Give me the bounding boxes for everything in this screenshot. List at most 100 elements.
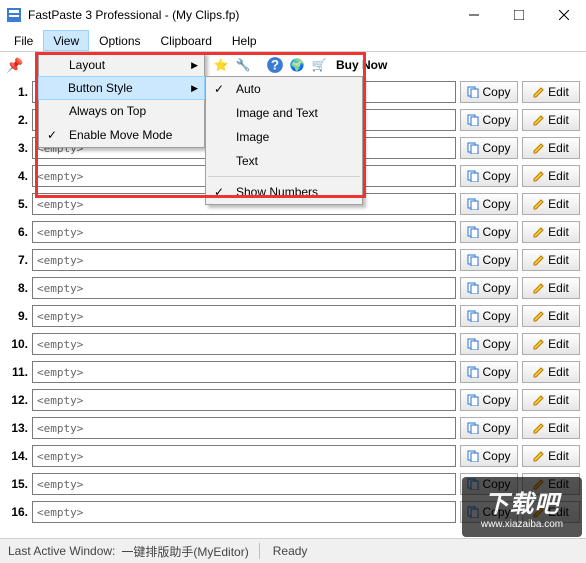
row-number: 11. [6, 365, 28, 379]
watermark-url: www.xiazaiba.com [481, 519, 563, 530]
status-label: Last Active Window: [8, 544, 115, 558]
copy-button[interactable]: Copy [460, 81, 518, 103]
clip-row: 12. CopyEdit [6, 386, 580, 414]
row-number: 2. [6, 113, 28, 127]
menu-item-show-numbers[interactable]: ✓Show Numbers [206, 180, 362, 204]
clip-input[interactable] [32, 417, 456, 439]
edit-button[interactable]: Edit [522, 137, 580, 159]
copy-button[interactable]: Copy [460, 417, 518, 439]
edit-button[interactable]: Edit [522, 193, 580, 215]
submenu-arrow-icon: ▶ [191, 60, 198, 71]
copy-button[interactable]: Copy [460, 109, 518, 131]
copy-button[interactable]: Copy [460, 445, 518, 467]
watermark-text: 下载吧 [485, 484, 560, 519]
globe-icon[interactable]: 🌍 [288, 56, 306, 74]
copy-button[interactable]: Copy [460, 389, 518, 411]
menu-options[interactable]: Options [89, 30, 150, 51]
edit-button[interactable]: Edit [522, 305, 580, 327]
pin-icon[interactable]: 📌 [6, 56, 24, 74]
clip-row: 11. CopyEdit [6, 358, 580, 386]
edit-button[interactable]: Edit [522, 81, 580, 103]
help-icon[interactable]: ? [266, 56, 284, 74]
row-number: 6. [6, 225, 28, 239]
close-button[interactable] [541, 0, 586, 30]
cart-icon[interactable]: 🛒 [310, 56, 328, 74]
edit-button[interactable]: Edit [522, 417, 580, 439]
status-ready: Ready [273, 544, 308, 558]
copy-button[interactable]: Copy [460, 277, 518, 299]
clip-input[interactable] [32, 389, 456, 411]
edit-button[interactable]: Edit [522, 165, 580, 187]
menu-clipboard[interactable]: Clipboard [151, 30, 222, 51]
row-number: 16. [6, 505, 28, 519]
copy-button[interactable]: Copy [460, 193, 518, 215]
view-menu: Layout▶Button Style▶Always on Top✓Enable… [38, 52, 205, 148]
clip-row: 9. CopyEdit [6, 302, 580, 330]
edit-button[interactable]: Edit [522, 277, 580, 299]
edit-button[interactable]: Edit [522, 221, 580, 243]
button-style-submenu: ✓AutoImage and TextImageText ✓Show Number… [205, 76, 363, 205]
window-title: FastPaste 3 Professional - (My Clips.fp) [28, 8, 451, 22]
menu-item-layout[interactable]: Layout▶ [39, 53, 204, 77]
clip-row: 8. CopyEdit [6, 274, 580, 302]
maximize-button[interactable] [496, 0, 541, 30]
row-number: 9. [6, 309, 28, 323]
menu-separator [208, 176, 360, 177]
copy-button[interactable]: Copy [460, 333, 518, 355]
menu-help[interactable]: Help [222, 30, 267, 51]
checkmark-icon: ✓ [214, 82, 224, 96]
checkmark-icon: ✓ [47, 128, 57, 142]
clip-row: 13. CopyEdit [6, 414, 580, 442]
edit-button[interactable]: Edit [522, 109, 580, 131]
copy-button[interactable]: Copy [460, 361, 518, 383]
clip-input[interactable] [32, 473, 456, 495]
clip-row: 14.CopyEdit [6, 442, 580, 470]
copy-button[interactable]: Copy [460, 249, 518, 271]
clip-row: 6. CopyEdit [6, 218, 580, 246]
row-number: 13. [6, 421, 28, 435]
clip-input[interactable] [32, 277, 456, 299]
clip-row: 10. CopyEdit [6, 330, 580, 358]
clip-input[interactable] [32, 221, 456, 243]
app-icon [6, 7, 22, 23]
edit-button[interactable]: Edit [522, 361, 580, 383]
row-number: 8. [6, 281, 28, 295]
clip-input[interactable] [32, 501, 456, 523]
menu-view[interactable]: View [43, 30, 89, 51]
row-number: 1. [6, 85, 28, 99]
titlebar: FastPaste 3 Professional - (My Clips.fp) [0, 0, 586, 30]
clip-input[interactable] [32, 445, 456, 467]
menu-item-image[interactable]: Image [206, 125, 362, 149]
edit-button[interactable]: Edit [522, 445, 580, 467]
buy-now-link[interactable]: Buy Now [336, 58, 387, 72]
submenu-arrow-icon: ▶ [191, 83, 198, 94]
wrench-icon[interactable]: 🔧 [234, 56, 252, 74]
menu-file[interactable]: File [4, 30, 43, 51]
status-window: 一键排版助手(MyEditor) [121, 543, 248, 560]
menu-item-button-style[interactable]: Button Style▶ [38, 76, 205, 100]
row-number: 15. [6, 477, 28, 491]
edit-button[interactable]: Edit [522, 249, 580, 271]
edit-button[interactable]: Edit [522, 333, 580, 355]
star-icon[interactable]: ⭐ [212, 56, 230, 74]
copy-button[interactable]: Copy [460, 137, 518, 159]
menu-item-enable-move-mode[interactable]: ✓Enable Move Mode [39, 123, 204, 147]
clip-input[interactable] [32, 361, 456, 383]
copy-button[interactable]: Copy [460, 165, 518, 187]
row-number: 12. [6, 393, 28, 407]
menu-item-always-on-top[interactable]: Always on Top [39, 99, 204, 123]
clip-input[interactable] [32, 305, 456, 327]
clip-input[interactable] [32, 249, 456, 271]
clip-input[interactable] [32, 333, 456, 355]
edit-button[interactable]: Edit [522, 389, 580, 411]
menu-item-auto[interactable]: ✓Auto [206, 77, 362, 101]
checkmark-icon: ✓ [214, 185, 224, 199]
statusbar: Last Active Window: 一键排版助手(MyEditor) Rea… [0, 538, 586, 563]
copy-button[interactable]: Copy [460, 221, 518, 243]
row-number: 10. [6, 337, 28, 351]
copy-button[interactable]: Copy [460, 305, 518, 327]
minimize-button[interactable] [451, 0, 496, 30]
menu-item-image-and-text[interactable]: Image and Text [206, 101, 362, 125]
row-number: 5. [6, 197, 28, 211]
menu-item-text[interactable]: Text [206, 149, 362, 173]
